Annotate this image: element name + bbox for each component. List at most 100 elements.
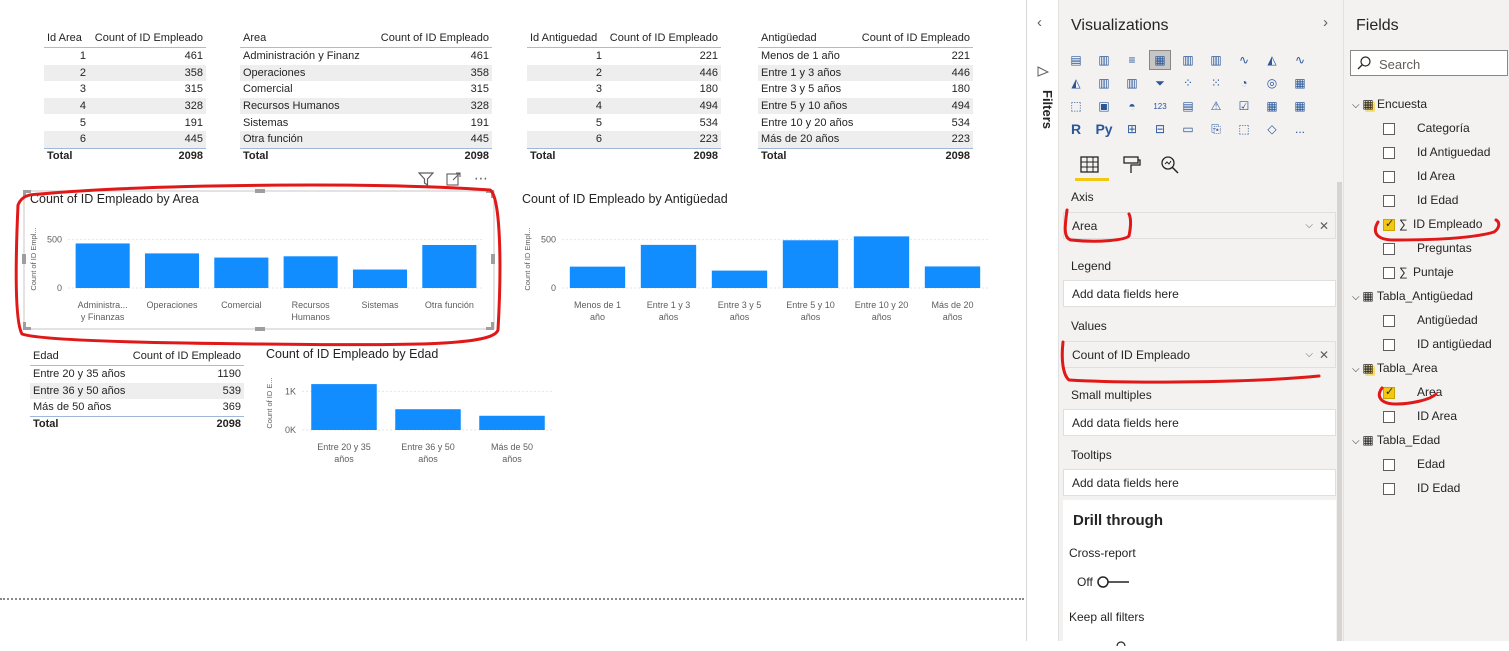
table-row[interactable]: 3 180 [527,81,721,98]
power-apps-icon[interactable]: ◇ [1261,119,1283,139]
field-item[interactable]: Id Area [1417,169,1455,183]
area-chart-icon[interactable]: ◭ [1261,50,1283,70]
smart-narrative-icon[interactable]: ⎘ [1205,119,1227,139]
bar[interactable] [853,236,910,288]
chevron-right-icon[interactable]: › [1323,14,1328,31]
table-id-antiguedad[interactable]: Id Antiguedad Count of ID Empleado 1 221 2… [527,30,721,164]
expand-chevron-icon[interactable]: ⌵ [1352,436,1362,447]
table-edad[interactable]: Edad Count of ID Empleado Entre 20 y 35 … [30,348,244,432]
small-multiples-drop-zone[interactable]: Add data fields here [1063,409,1336,436]
line-chart-icon[interactable]: ∿ [1233,50,1255,70]
field-table-header[interactable]: ⌵ ▦ Tabla_Edad [1352,433,1440,447]
field-item[interactable]: Categoría [1417,121,1470,135]
table-row[interactable]: 5 191 [44,114,206,131]
table-row[interactable]: Más de 50 años 369 [30,399,244,416]
qa-icon[interactable]: ▭ [1177,119,1199,139]
field-checkbox[interactable] [1383,123,1395,135]
field-checkbox[interactable] [1383,459,1395,471]
table-row[interactable]: Administración y Finanzas 461 [240,48,492,65]
table-row[interactable]: 4 328 [44,97,206,115]
expand-chevron-icon[interactable]: ⌵ [1352,364,1362,375]
table-row[interactable]: 5 534 [527,114,721,131]
table-row[interactable]: 6 223 [527,130,721,148]
axis-field-well[interactable]: Area ⌵ ✕ [1063,212,1336,239]
table-id-area[interactable]: Id Area Count of ID Empleado 1 461 2 358 3 31… [44,30,206,164]
close-icon[interactable]: ✕ [1319,348,1329,362]
table-icon[interactable]: ▦ [1261,96,1283,116]
field-item[interactable]: Antigüedad [1417,313,1478,327]
r-visual-icon[interactable]: R [1065,119,1087,139]
field-item[interactable]: ID antigüedad [1417,337,1492,351]
field-item[interactable]: Puntaje [1413,265,1454,279]
chevron-down-icon[interactable]: ⌵ [1305,349,1313,360]
chevron-down-icon[interactable]: ⌵ [1305,220,1313,231]
field-table-header[interactable]: ⌵ ▦ Encuesta [1352,97,1427,111]
bar[interactable] [924,266,981,288]
more-options-icon[interactable]: ⋯ [474,170,489,187]
gauge-icon[interactable]: ◓ [1121,96,1143,116]
table-row[interactable]: Menos de 1 año 221 [758,48,973,65]
table-row[interactable]: Entre 10 y 20 años 534 [758,114,973,131]
bar[interactable] [395,409,461,430]
table-row[interactable]: Entre 1 y 3 años 446 [758,64,973,82]
table-row[interactable]: 6 445 [44,130,206,148]
bar-chart-antiguedad[interactable]: Count of ID Empl... 500 0 Menos de 1 año Entr… [518,210,988,330]
bar[interactable] [352,269,408,288]
search-input[interactable]: Search [1350,50,1508,76]
stacked-bar-icon[interactable]: ▤ [1065,50,1087,70]
field-item[interactable]: Area [1417,385,1442,399]
close-icon[interactable]: ✕ [1319,219,1329,233]
tooltips-drop-zone[interactable]: Add data fields here [1063,469,1336,496]
decomposition-tree-icon[interactable]: ⊟ [1149,119,1171,139]
field-checkbox[interactable] [1383,171,1395,183]
expand-chevron-icon[interactable]: ⌵ [1352,292,1362,303]
multi-row-card-icon[interactable]: ▤ [1177,96,1199,116]
field-item[interactable]: Preguntas [1417,241,1472,255]
cross-report-toggle[interactable] [1097,575,1131,594]
bar-chart-area[interactable]: Count of ID Empl... 500 0 Administra... y Fi… [24,210,494,330]
field-table-header[interactable]: ⌵ ▦ Tabla_Antigüedad [1352,289,1473,303]
field-checkbox[interactable] [1383,217,1395,231]
bar[interactable] [75,243,130,288]
bar[interactable] [311,384,377,430]
table-row[interactable]: Comercial 315 [240,81,492,98]
100-bar-icon[interactable]: ▥ [1177,50,1199,70]
table-area[interactable]: Area ▲ Count of ID Empleado Administraci… [240,30,492,164]
field-item[interactable]: Id Edad [1417,193,1458,207]
donut-chart-icon[interactable]: ◎ [1261,73,1283,93]
table-row[interactable]: 1 461 [44,48,206,65]
format-paint-roller-icon[interactable] [1121,155,1143,180]
field-checkbox[interactable] [1383,147,1395,159]
table-row[interactable]: 2 446 [527,64,721,82]
table-row[interactable]: 2 358 [44,64,206,82]
field-item[interactable]: Id Antiguedad [1417,145,1490,159]
table-row[interactable]: 3 315 [44,81,206,98]
clustered-column-icon[interactable]: ▦ [1149,50,1171,70]
clustered-bar-icon[interactable]: ≡ [1121,50,1143,70]
bar-chart-edad[interactable]: Count of ID E... 1K 0K Entre 20 y 35 años Ent… [262,368,562,472]
table-row[interactable]: Entre 3 y 5 años 180 [758,81,973,98]
field-checkbox[interactable] [1383,483,1395,495]
table-row[interactable]: Entre 20 y 35 años 1190 [30,366,244,383]
pie-chart-icon[interactable]: ◔ [1233,73,1255,93]
legend-drop-zone[interactable]: Add data fields here [1063,280,1336,307]
slicer-icon[interactable]: ☑ [1233,96,1255,116]
key-influencers-icon[interactable]: ⊞ [1121,119,1143,139]
bar[interactable] [214,257,269,288]
fields-tab-icon[interactable] [1079,155,1101,180]
table-antiguedad[interactable]: Antigüedad Count of ID Empleado Menos de… [758,30,973,164]
table-row[interactable]: Entre 36 y 50 años 539 [30,382,244,400]
table-row[interactable]: Sistemas 191 [240,114,492,131]
values-field-well[interactable]: Count of ID Empleado ⌵ ✕ [1063,341,1336,368]
table-row[interactable]: Otra función 445 [240,130,492,148]
bar[interactable] [711,270,768,288]
kpi-icon[interactable]: ⚠ [1205,96,1227,116]
table-row[interactable]: 1 221 [527,48,721,65]
stacked-area-icon[interactable]: ∿ [1289,50,1311,70]
table-row[interactable]: Más de 20 años 223 [758,130,973,148]
stacked-column-icon[interactable]: ▥ [1093,50,1115,70]
chevron-left-icon[interactable]: ‹ [1037,14,1042,31]
more-visuals-icon[interactable]: ... [1289,119,1311,139]
table-row[interactable]: Operaciones 358 [240,64,492,82]
filled-map-icon[interactable]: ▣ [1093,96,1115,116]
